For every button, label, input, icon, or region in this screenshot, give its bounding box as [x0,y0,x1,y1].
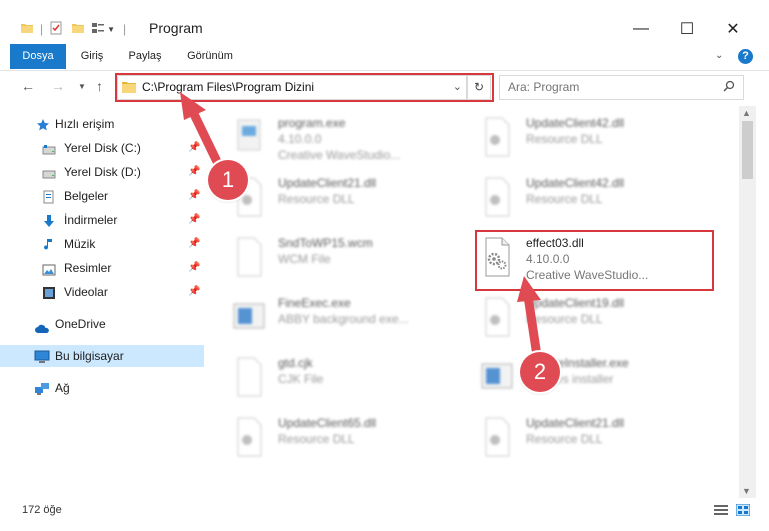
step-2-badge: 2 [520,352,560,392]
annotation-arrows [180,92,542,361]
arrow-2 [517,276,542,361]
arrow-1 [180,92,227,177]
step-1-badge: 1 [208,160,248,200]
